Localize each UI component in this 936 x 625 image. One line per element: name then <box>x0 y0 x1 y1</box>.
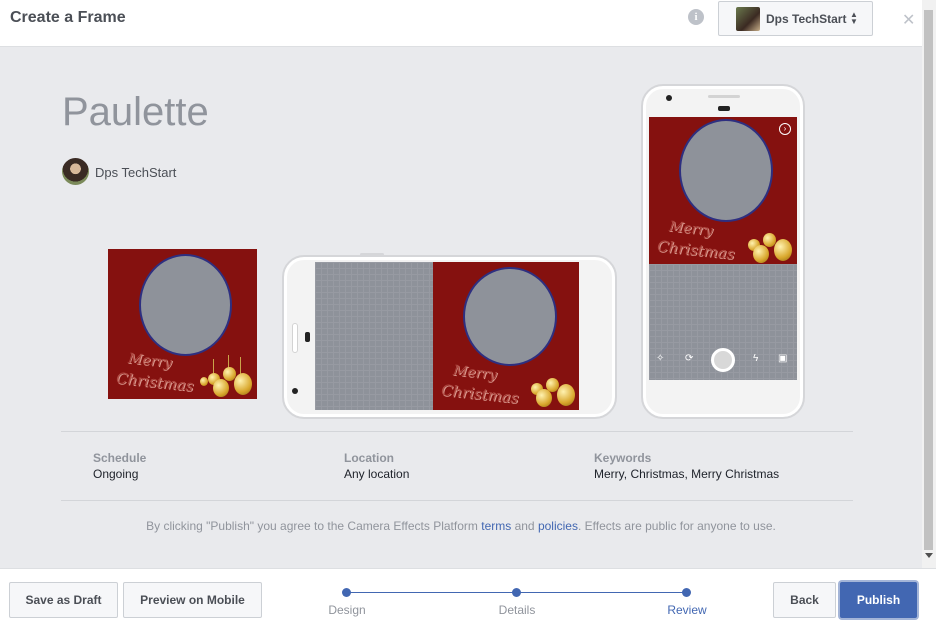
schedule-label: Schedule <box>93 451 147 465</box>
policies-link[interactable]: policies <box>538 519 578 533</box>
camera-flip-icon: ⟳ <box>685 353 694 364</box>
publish-button[interactable]: Publish <box>840 582 917 618</box>
keywords-label: Keywords <box>594 451 652 465</box>
creator-avatar <box>62 158 89 185</box>
effect-name: Paulette <box>62 90 209 134</box>
magic-wand-icon: ✧ <box>656 353 665 364</box>
shutter-button-icon <box>711 348 735 372</box>
location-value: Any location <box>344 467 410 481</box>
divider-top <box>61 431 853 432</box>
legal-and: and <box>511 519 538 533</box>
legal-notice: By clicking "Publish" you agree to the C… <box>0 519 922 533</box>
schedule-value: Ongoing <box>93 467 139 481</box>
step-dot-review[interactable] <box>682 588 691 597</box>
step-label-details[interactable]: Details <box>477 603 557 617</box>
dialog-footer: Save as Draft Preview on Mobile Design D… <box>0 568 936 625</box>
keywords-value: Merry, Christmas, Merry Christmas <box>594 467 780 481</box>
frame-text-christmas: Christmas <box>115 368 195 396</box>
gallery-icon: ▣ <box>778 353 788 364</box>
flash-icon: ϟ <box>753 353 759 364</box>
updown-chevron-icon: ▲ ▼ <box>850 10 858 26</box>
scrollbar[interactable] <box>922 0 936 568</box>
square-frame-preview: Merry Christmas <box>108 249 257 399</box>
terms-link[interactable]: terms <box>481 519 511 533</box>
next-arrow-icon: › <box>779 123 791 135</box>
landscape-frame-text-merry: Merry <box>452 362 498 384</box>
portrait-frame-text-christmas: Christmas <box>656 236 736 264</box>
step-label-review[interactable]: Review <box>647 603 727 617</box>
legal-prefix: By clicking "Publish" you agree to the C… <box>146 519 482 533</box>
step-dot-design[interactable] <box>342 588 351 597</box>
landscape-frame-preview: Merry Christmas <box>433 262 579 410</box>
frame-text-merry: Merry <box>127 350 173 372</box>
back-button[interactable]: Back <box>773 582 836 618</box>
divider-bottom <box>61 500 853 501</box>
account-selector-button[interactable]: Dps TechStart ▲ ▼ <box>718 1 873 36</box>
portrait-frame-preview: Merry Christmas › <box>649 117 797 264</box>
preview-mobile-button[interactable]: Preview on Mobile <box>123 582 262 618</box>
scrollbar-thumb[interactable] <box>924 10 933 550</box>
step-dot-details[interactable] <box>512 588 521 597</box>
dialog-header: Create a Frame i Dps TechStart ▲ ▼ ✕ <box>0 0 936 47</box>
landscape-frame-text-christmas: Christmas <box>440 380 520 408</box>
location-label: Location <box>344 451 394 465</box>
info-icon[interactable]: i <box>688 9 704 25</box>
close-icon[interactable]: ✕ <box>902 10 915 30</box>
step-label-design[interactable]: Design <box>307 603 387 617</box>
legal-suffix: . Effects are public for anyone to use. <box>577 519 776 533</box>
portrait-frame-text-merry: Merry <box>668 218 714 240</box>
save-draft-button[interactable]: Save as Draft <box>9 582 118 618</box>
landscape-camera-area <box>315 262 433 410</box>
creator-name: Dps TechStart <box>95 165 177 180</box>
dialog-title: Create a Frame <box>10 9 126 26</box>
account-name: Dps TechStart <box>766 12 847 26</box>
scroll-down-arrow-icon[interactable] <box>925 553 933 558</box>
account-avatar <box>736 7 760 31</box>
